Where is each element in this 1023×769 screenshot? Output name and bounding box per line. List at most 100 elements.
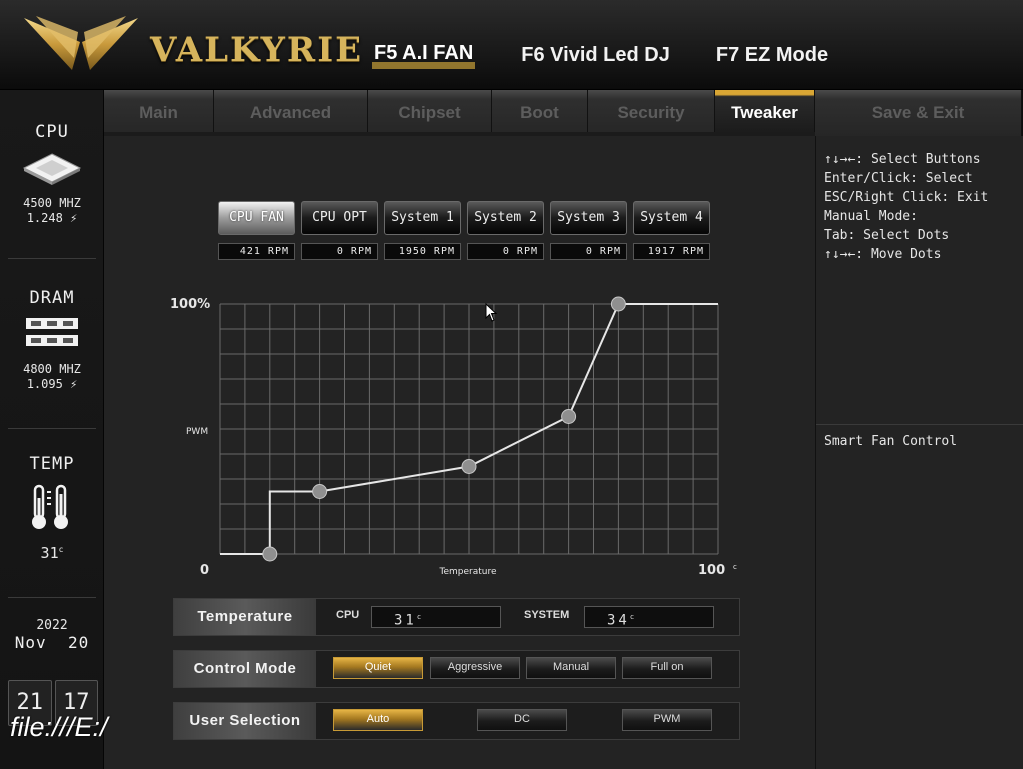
divider [8, 597, 96, 598]
divider [8, 258, 96, 259]
temperature-panel-label: Temperature [174, 599, 316, 635]
fan-tab-system-1[interactable]: System 1 [384, 201, 461, 235]
curve-point[interactable] [461, 459, 477, 474]
item-description: Smart Fan Control [824, 434, 958, 449]
user-selection-panel: User Selection Auto DC PWM [173, 702, 740, 740]
selection-auto-button[interactable]: Auto [333, 709, 423, 731]
tab-underline [104, 132, 815, 136]
tab-save-exit[interactable]: Save & Exit [815, 90, 1022, 136]
tab-bar: Main Advanced Chipset Boot Security Twea… [104, 90, 1022, 136]
hotkey-vivid-led-dj[interactable]: F6 Vivid Led DJ [521, 44, 670, 69]
cpu-temp-label: CPU [336, 609, 360, 621]
cpu-temp-unit: c [416, 613, 425, 621]
mode-full-on-button[interactable]: Full on [622, 657, 712, 679]
header: VALKYRIE F5 A.I FAN F6 Vivid Led DJ F7 E… [0, 0, 1023, 90]
valkyrie-wings-logo-icon [24, 16, 138, 70]
x-unit-label: c [733, 563, 737, 571]
y-max-label: 100% [170, 297, 210, 312]
mode-manual-button[interactable]: Manual [526, 657, 616, 679]
dram-status: DRAM 4800 MHZ 1.095 ⚡ [0, 288, 104, 392]
mode-aggressive-button[interactable]: Aggressive [430, 657, 520, 679]
date-year: 2022 [36, 618, 68, 633]
help-line: Enter/Click: Select [824, 171, 973, 186]
cpu-label: CPU [35, 122, 69, 142]
temp-status: TEMP 31c [0, 454, 104, 561]
system-temp-readout: 34c [584, 606, 714, 629]
mouse-cursor-icon [485, 303, 498, 322]
dram-label: DRAM [29, 288, 75, 308]
hotkey-ai-fan[interactable]: F5 A.I FAN [372, 43, 476, 69]
system-temp-value: 34 [607, 612, 630, 629]
curve-point[interactable] [561, 409, 577, 424]
voltage-bolt-icon: ⚡ [70, 377, 78, 391]
chart-grid [219, 303, 719, 555]
tab-boot[interactable]: Boot [492, 90, 588, 136]
tab-security[interactable]: Security [588, 90, 715, 136]
temp-label: TEMP [29, 454, 75, 474]
temp-unit: c [58, 545, 64, 554]
tab-main[interactable]: Main [104, 90, 214, 136]
rpm-cpu-fan: 421 RPM [218, 243, 295, 260]
curve-point[interactable] [610, 296, 626, 312]
x-min-label: 0 [200, 563, 209, 578]
fan-selector: CPU FAN CPU OPT System 1 System 2 System… [218, 201, 710, 235]
fan-tab-system-2[interactable]: System 2 [467, 201, 544, 235]
dram-voltage: 1.095 [26, 377, 63, 391]
hotkey-bar: F5 A.I FAN F6 Vivid Led DJ F7 EZ Mode [372, 43, 828, 69]
help-line: Manual Mode: [824, 209, 918, 224]
control-mode-panel: Control Mode Quiet Aggressive Manual Ful… [173, 650, 740, 688]
help-text: ↑↓→←: Select Buttons Enter/Click: Select E… [824, 150, 988, 264]
divider [816, 424, 1023, 425]
rpm-system-4: 1917 RPM [633, 243, 710, 260]
help-panel: ↑↓→←: Select Buttons Enter/Click: Select E… [815, 136, 1023, 769]
tab-tweaker[interactable]: Tweaker [715, 90, 815, 136]
file-url-overlay: file:///E:/ [10, 712, 108, 742]
tab-advanced[interactable]: Advanced [214, 90, 368, 136]
brand-title: VALKYRIE [150, 30, 364, 70]
cpu-frequency: 4500 MHZ [23, 196, 81, 210]
control-mode-label: Control Mode [174, 651, 316, 687]
curve-point[interactable] [262, 546, 278, 562]
y-axis-label: PWM [186, 427, 208, 437]
user-selection-label: User Selection [174, 703, 316, 739]
cpu-voltage: 1.248 [26, 211, 63, 225]
mode-quiet-button[interactable]: Quiet [333, 657, 423, 679]
cpu-status: CPU 4500 MHZ 1.248 ⚡ [0, 122, 104, 226]
x-max-label: 100 [698, 563, 725, 578]
help-line: ↑↓→←: Move Dots [824, 247, 942, 262]
x-axis-label: Temperature [438, 567, 496, 577]
date-display: 2022 Nov 20 [0, 618, 104, 652]
curve-point[interactable] [312, 484, 328, 499]
dram-frequency: 4800 MHZ [23, 362, 81, 376]
thermometer-icon [32, 484, 68, 529]
rpm-system-1: 1950 RPM [384, 243, 461, 260]
system-temp-label: SYSTEM [524, 609, 570, 621]
rpm-system-2: 0 RPM [467, 243, 544, 260]
hotkey-ez-mode[interactable]: F7 EZ Mode [716, 44, 828, 69]
status-sidebar: CPU 4500 MHZ 1.248 ⚡ DRAM 4800 MHZ 1.095… [0, 90, 104, 769]
help-line: Tab: Select Dots [824, 228, 950, 243]
rpm-cpu-opt: 0 RPM [301, 243, 378, 260]
help-line: ESC/Right Click: Exit [824, 190, 989, 205]
system-temp-unit: c [629, 613, 638, 621]
fan-tab-system-4[interactable]: System 4 [633, 201, 710, 235]
divider [8, 428, 96, 429]
selection-dc-button[interactable]: DC [477, 709, 567, 731]
fan-tab-cpu-opt[interactable]: CPU OPT [301, 201, 378, 235]
temperature-panel: Temperature CPU 31c SYSTEM 34c [173, 598, 740, 636]
cpu-temp-value: 31 [394, 612, 417, 629]
fan-tab-system-3[interactable]: System 3 [550, 201, 627, 235]
voltage-bolt-icon: ⚡ [70, 211, 78, 225]
rpm-system-3: 0 RPM [550, 243, 627, 260]
tab-chipset[interactable]: Chipset [368, 90, 492, 136]
cpu-chip-icon [22, 153, 82, 185]
fan-tab-cpu-fan[interactable]: CPU FAN [218, 201, 295, 235]
help-line: ↑↓→←: Select Buttons [824, 152, 981, 167]
temp-value: 31 [40, 544, 59, 562]
fan-curve-chart[interactable]: 100% PWM 0 Temperature 100 c [160, 284, 750, 580]
date-day: Nov 20 [14, 633, 90, 652]
selection-pwm-button[interactable]: PWM [622, 709, 712, 731]
cpu-temp-readout: 31c [371, 606, 501, 629]
fan-rpm-readouts: 421 RPM 0 RPM 1950 RPM 0 RPM 0 RPM 1917 … [218, 243, 710, 260]
dram-module-icon [26, 318, 78, 346]
